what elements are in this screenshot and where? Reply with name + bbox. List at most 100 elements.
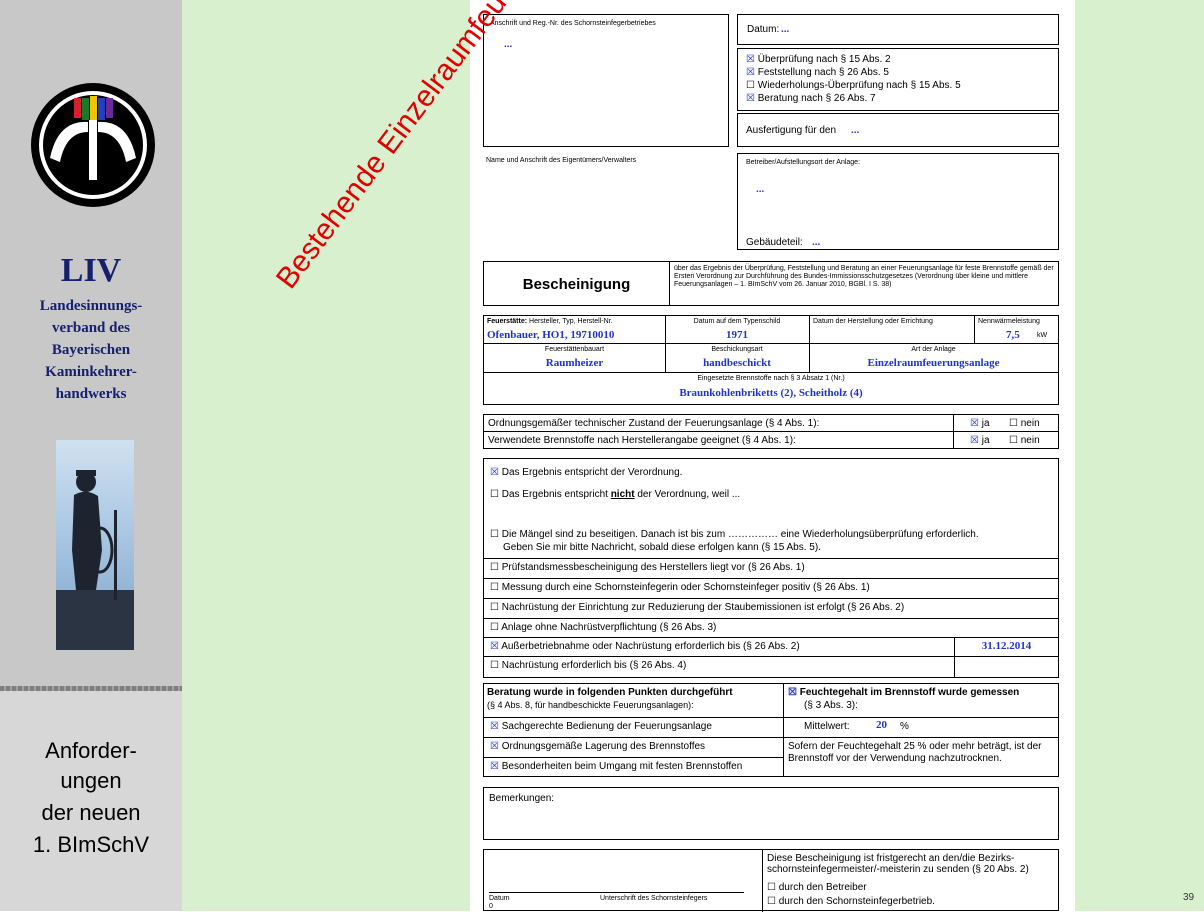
owner-label: Name und Anschrift des Eigentümers/Verwa…	[486, 157, 637, 164]
ausfertigung-box: Ausfertigung für den ...	[737, 113, 1059, 147]
signature-box: Datum 0 Unterschrift des Schornsteinfege…	[483, 849, 1059, 912]
address-value: ...	[504, 39, 513, 50]
requirement-row[interactable]: ☐ Prüfstandsmessbescheinigung des Herste…	[490, 562, 805, 573]
beratung-table: Beratung wurde in folgenden Punkten durc…	[483, 683, 1059, 777]
checkbox-icon: ☒	[490, 641, 499, 652]
check-type-item: ☒ Überprüfung nach § 15 Abs. 2	[746, 54, 891, 65]
checkbox-icon[interactable]: ☒	[746, 54, 755, 65]
bescheinigung-box: Bescheinigung über das Ergebnis der Über…	[483, 261, 1059, 306]
org-name-line: verband des	[52, 320, 130, 336]
bauart-value: Raumheizer	[545, 357, 604, 369]
checkbox-icon: ☐	[767, 882, 776, 893]
left-margin-panel	[182, 0, 470, 911]
bauart-label: Feuerstättenbauart	[544, 346, 605, 353]
maengel-note: Geben Sie mir bitte Nachricht, sobald di…	[503, 542, 821, 553]
checkbox-icon: ☒	[490, 721, 499, 732]
checkbox-icon: ☒	[490, 467, 499, 478]
checkbox-icon[interactable]: ☒	[746, 93, 755, 104]
address-box: Anschrift und Reg.-Nr. des Schornsteinfe…	[483, 14, 729, 147]
feuchte-note: Sofern der Feuchtegehalt 25 % oder mehr …	[788, 741, 1042, 764]
beratung-item[interactable]: ☒ Ordnungsgemäße Lagerung des Brennstoff…	[490, 741, 705, 752]
ergebnis-nicht[interactable]: ☐ Das Ergebnis entspricht nicht der Vero…	[490, 489, 740, 500]
bemerkungen-box[interactable]: Bemerkungen:	[483, 787, 1059, 840]
check-type-item: ☒ Beratung nach § 26 Abs. 7	[746, 93, 876, 104]
zustand-label: Ordnungsgemäßer technischer Zustand der …	[488, 418, 820, 429]
org-name-line: handwerks	[55, 386, 127, 402]
gebaeude-label: Gebäudeteil:	[746, 237, 803, 248]
checkbox-icon: ☐	[490, 562, 499, 573]
feuchte-sub: (§ 3 Abs. 3):	[804, 700, 858, 711]
requirement-row[interactable]: ☒ Außerbetriebnahme oder Nachrüstung erf…	[490, 641, 800, 652]
org-name-line: Kaminkehrer-	[45, 364, 137, 380]
feuchte-title[interactable]: ☒ Feuchtegehalt im Brennstoff wurde geme…	[788, 687, 1019, 698]
checkbox-icon: ☒	[970, 418, 979, 429]
address-label: Anschrift und Reg.-Nr. des Schornsteinfe…	[490, 20, 656, 27]
anlage-value: Einzelraumfeuerungsanlage	[867, 357, 1000, 369]
mittelwert-value: 20	[876, 719, 887, 731]
beschickung-label: Beschickungsart	[711, 346, 763, 353]
bemerkungen-label: Bemerkungen:	[489, 793, 555, 804]
nennwaerme-value: 7,5	[1006, 329, 1020, 341]
chimney-sweep-photo	[56, 440, 134, 650]
geeignet-label: Verwendete Brennstoffe nach Herstelleran…	[488, 435, 796, 446]
checkbox-icon: ☐	[490, 602, 499, 613]
ergebnis-table: ☒ Das Ergebnis entspricht der Verordnung…	[483, 458, 1059, 678]
ausfertigung-label: Ausfertigung für den	[746, 125, 837, 136]
checkbox-icon: ☐	[490, 622, 499, 633]
checkbox-icon: ☐	[490, 489, 499, 500]
right-margin-panel	[1075, 0, 1204, 911]
typenschild-label: Datum auf dem Typenschild	[693, 318, 781, 325]
check-type-box: ☒ Überprüfung nach § 15 Abs. 2 ☒ Festste…	[737, 48, 1059, 111]
mittelwert-label: Mittelwert:	[804, 721, 850, 732]
frist-option[interactable]: ☐ durch den Betreiber	[767, 882, 867, 893]
checkbox-icon: ☐	[490, 582, 499, 593]
checkbox-icon: ☐	[1009, 418, 1018, 429]
org-name-line: Landesinnungs-	[39, 298, 143, 314]
datum-footer-value: 0	[489, 903, 493, 910]
feuerstaette-label: Feuerstätte: Hersteller, Typ, Herstell-N…	[487, 318, 613, 325]
checkbox-icon[interactable]: ☒	[746, 67, 755, 78]
requirement-row[interactable]: ☐ Nachrüstung erforderlich bis (§ 26 Abs…	[490, 660, 686, 671]
guild-logo-icon	[31, 83, 155, 207]
beschickung-value: handbeschickt	[703, 357, 771, 369]
requirement-row[interactable]: ☐ Anlage ohne Nachrüstverpflichtung (§ 2…	[490, 622, 716, 633]
herstellung-label: Datum der Herstellung oder Errichtung	[813, 318, 933, 325]
checkbox-icon: ☐	[767, 896, 776, 907]
checkbox-icon[interactable]: ☐	[746, 80, 755, 91]
check-type-item: ☐ Wiederholungs-Überprüfung nach § 15 Ab…	[746, 80, 961, 91]
zustand-ja[interactable]: ☒ ja	[970, 418, 990, 429]
bescheinigung-text: über das Ergebnis der Überprüfung, Fests…	[674, 265, 1054, 288]
beratung-sub: (§ 4 Abs. 8, für handbeschickte Feuerung…	[487, 700, 694, 710]
org-name-line: Bayerischen	[51, 342, 131, 358]
frist-text: Diese Bescheinigung ist fristgerecht an …	[767, 853, 1029, 875]
operator-value: ...	[756, 184, 765, 195]
checkbox-icon: ☒	[970, 435, 979, 446]
maengel-row[interactable]: ☐ Die Mängel sind zu beseitigen. Danach …	[490, 529, 979, 540]
page-number: 39	[1183, 892, 1195, 903]
check-type-item: ☒ Feststellung nach § 26 Abs. 5	[746, 67, 889, 78]
slide-subtitle-line: der neuen	[41, 800, 141, 825]
checkbox-icon: ☒	[788, 687, 797, 698]
ergebnis-ok[interactable]: ☒ Das Ergebnis entspricht der Verordnung…	[490, 467, 682, 478]
frist-option[interactable]: ☐ durch den Schornsteinfegerbetrieb.	[767, 896, 935, 907]
checkbox-icon: ☐	[1009, 435, 1018, 446]
deadline-value: 31.12.2014	[981, 640, 1032, 652]
beratung-item[interactable]: ☒ Sachgerechte Bedienung der Feuerungsan…	[490, 721, 712, 732]
feuerstaette-table: Feuerstätte: Hersteller, Typ, Herstell-N…	[483, 315, 1059, 405]
typenschild-value: 1971	[726, 329, 748, 341]
anlage-label: Art der Anlage	[911, 346, 956, 353]
zustand-nein[interactable]: ☐ nein	[1009, 418, 1040, 429]
brennstoffe-label: Eingesetzte Brennstoffe nach § 3 Absatz …	[697, 375, 845, 382]
brennstoffe-value: Braunkohlenbriketts (2), Scheitholz (4)	[679, 387, 863, 399]
zustand-table: Ordnungsgemäßer technischer Zustand der …	[483, 414, 1059, 449]
geeignet-nein[interactable]: ☐ nein	[1009, 435, 1040, 446]
requirement-row[interactable]: ☐ Messung durch eine Schornsteinfegerin …	[490, 582, 870, 593]
operator-box: Betreiber/Aufstellungsort der Anlage: ..…	[737, 153, 1059, 250]
geeignet-ja[interactable]: ☒ ja	[970, 435, 990, 446]
sidebar-divider	[0, 686, 182, 691]
operator-label: Betreiber/Aufstellungsort der Anlage:	[746, 159, 861, 166]
requirement-row[interactable]: ☐ Nachrüstung der Einrichtung zur Reduzi…	[490, 602, 904, 613]
beratung-item[interactable]: ☒ Besonderheiten beim Umgang mit festen …	[490, 761, 742, 772]
checkbox-icon: ☒	[490, 761, 499, 772]
gebaeude-value: ...	[812, 237, 821, 248]
